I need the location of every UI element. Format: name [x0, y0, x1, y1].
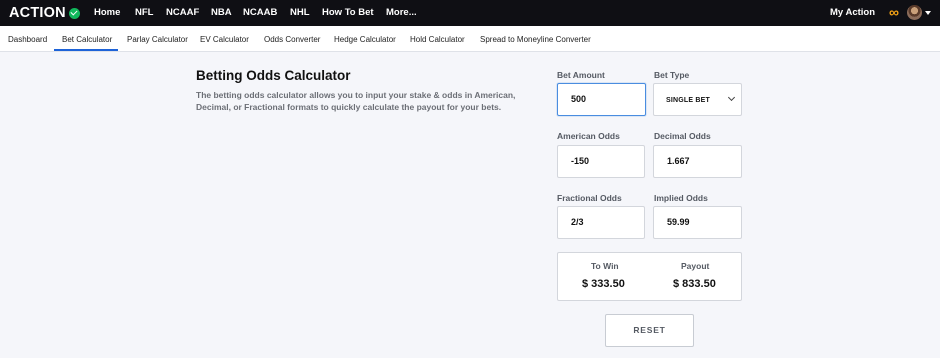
my-action-link[interactable]: My Action — [830, 7, 875, 19]
tab-hold-calculator[interactable]: Hold Calculator — [410, 35, 465, 45]
nav-item-nfl[interactable]: NFL — [135, 7, 153, 19]
nav-item-nhl[interactable]: NHL — [290, 7, 310, 19]
fractional-odds-label: Fractional Odds — [557, 193, 622, 203]
tab-ev-calculator[interactable]: EV Calculator — [200, 35, 249, 45]
american-odds-input[interactable]: -150 — [557, 145, 645, 178]
active-tab-indicator — [54, 49, 118, 51]
to-win-label: To Win — [591, 261, 619, 271]
nav-item-how-to-bet[interactable]: How To Bet — [322, 7, 374, 19]
tab-spread-to-moneyline-converter[interactable]: Spread to Moneyline Converter — [480, 35, 591, 45]
decimal-odds-label: Decimal Odds — [654, 131, 711, 141]
tab-odds-converter[interactable]: Odds Converter — [264, 35, 320, 45]
action-logo[interactable]: ACTION — [9, 4, 80, 22]
verified-check-icon — [68, 7, 80, 19]
to-win-value: $ 333.50 — [582, 278, 625, 290]
bet-type-select[interactable]: SINGLE BET — [653, 83, 742, 116]
tab-bet-calculator[interactable]: Bet Calculator — [62, 35, 112, 45]
bet-type-value: SINGLE BET — [666, 97, 711, 104]
nav-item-nba[interactable]: NBA — [211, 7, 232, 19]
nav-item-home[interactable]: Home — [94, 7, 120, 19]
bet-type-label: Bet Type — [654, 70, 690, 80]
bet-amount-label: Bet Amount — [557, 70, 605, 80]
page-title: Betting Odds Calculator — [196, 68, 351, 83]
chevron-down-icon — [727, 93, 736, 102]
nav-item-ncaab[interactable]: NCAAB — [243, 7, 277, 19]
nav-item-ncaaf[interactable]: NCAAF — [166, 7, 199, 19]
implied-odds-label: Implied Odds — [654, 193, 708, 203]
nav-item-more[interactable]: More... — [386, 7, 417, 19]
avatar[interactable] — [907, 5, 922, 20]
brand-name: ACTION — [9, 5, 66, 21]
chevron-down-icon[interactable] — [925, 11, 931, 15]
top-navigation: ACTION Home NFL NCAAF NBA NCAAB NHL How … — [0, 0, 940, 26]
reset-button[interactable]: RESET — [605, 314, 694, 347]
bet-amount-input[interactable]: 500 — [557, 83, 646, 116]
infinity-icon[interactable]: ∞ — [889, 5, 899, 19]
implied-odds-input[interactable]: 59.99 — [653, 206, 742, 239]
page-description: The betting odds calculator allows you t… — [196, 90, 516, 112]
fractional-odds-input[interactable]: 2/3 — [557, 206, 645, 239]
payout-label: Payout — [681, 261, 710, 271]
decimal-odds-input[interactable]: 1.667 — [653, 145, 742, 178]
tab-parlay-calculator[interactable]: Parlay Calculator — [127, 35, 188, 45]
result-summary: To Win $ 333.50 Payout $ 833.50 — [557, 252, 742, 301]
payout-value: $ 833.50 — [673, 278, 716, 290]
american-odds-label: American Odds — [557, 131, 620, 141]
calculator-tabs: Dashboard Bet Calculator Parlay Calculat… — [0, 26, 940, 52]
tab-dashboard[interactable]: Dashboard — [8, 35, 47, 45]
tab-hedge-calculator[interactable]: Hedge Calculator — [334, 35, 396, 45]
